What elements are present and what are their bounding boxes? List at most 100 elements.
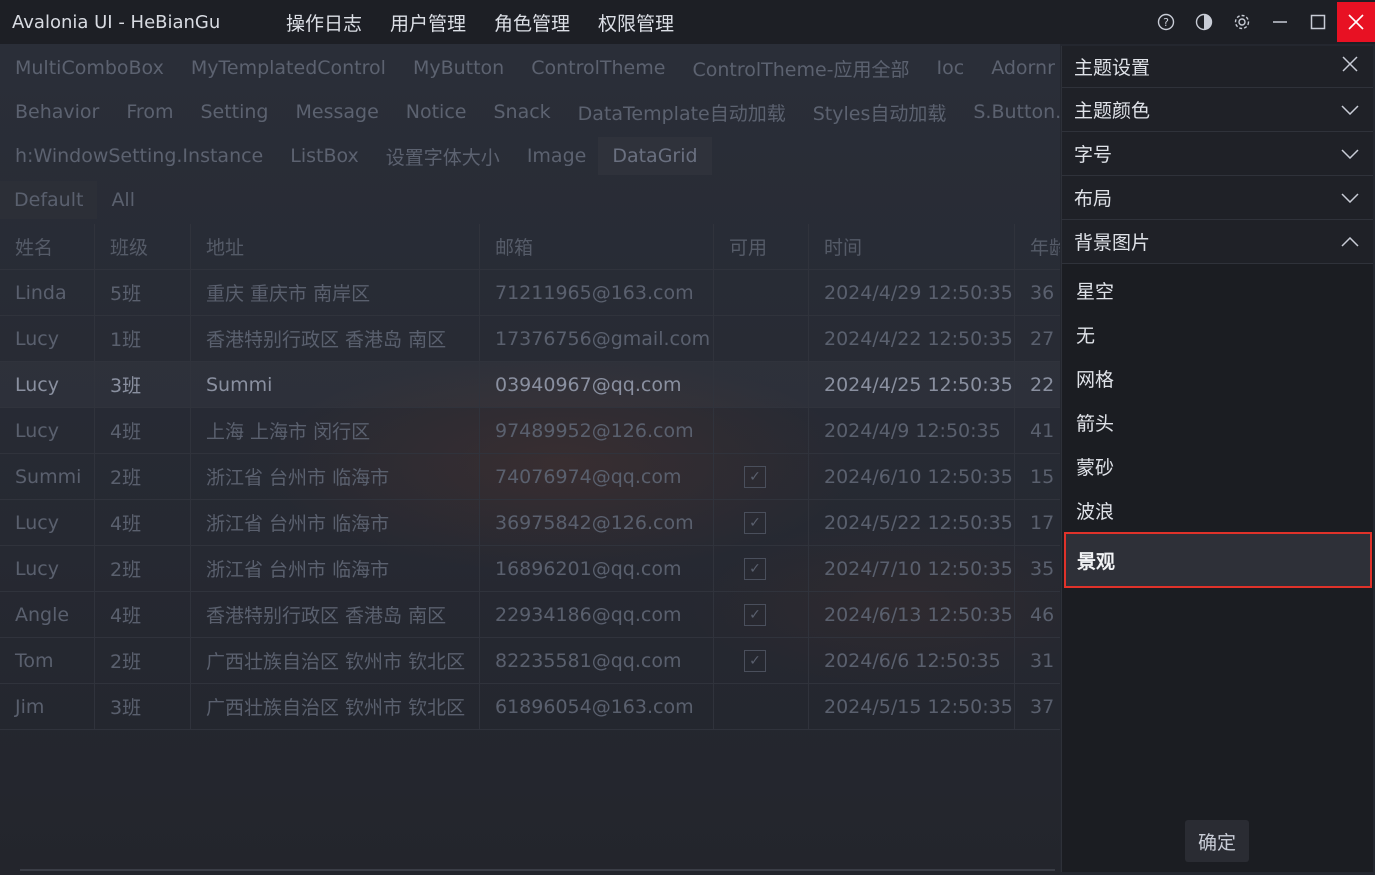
cell-time: 2024/4/22 12:50:35 [809,316,1015,361]
cell-enabled[interactable] [714,316,809,361]
grid-header-row: 姓名 班级 地址 邮箱 可用 时间 年龄 [0,224,1060,270]
section-theme-color[interactable]: 主题颜色 [1062,88,1373,132]
close-icon[interactable] [1339,55,1361,78]
tab-datagrid[interactable]: DataGrid [598,137,712,175]
tab-mytemplatedcontrol[interactable]: MyTemplatedControl [191,57,386,79]
cell-enabled[interactable] [714,684,809,729]
subtab-default[interactable]: Default [0,181,98,219]
column-header-class[interactable]: 班级 [95,224,191,269]
checkbox-checked-icon[interactable]: ✓ [744,603,766,626]
bg-option-arrow[interactable]: 箭头 [1062,400,1373,444]
bg-option-starry-sky[interactable]: 星空 [1062,268,1373,312]
cell-address: 香港特别行政区 香港岛 南区 [191,316,480,361]
tab-mybutton[interactable]: MyButton [413,57,504,79]
checkbox-checked-icon[interactable]: ✓ [744,511,766,534]
tab-row-2: Behavior From Setting Message Notice Sna… [0,90,1060,134]
cell-enabled[interactable]: ✓ [714,500,809,545]
menu-item-user-management[interactable]: 用户管理 [390,9,466,36]
tab-notice[interactable]: Notice [406,101,467,123]
panel-title: 主题设置 [1074,57,1151,79]
menu-item-operation-log[interactable]: 操作日志 [286,9,362,36]
tab-ioc[interactable]: Ioc [937,57,965,79]
cell-address: 上海 上海市 闵行区 [191,408,480,453]
tab-snack[interactable]: Snack [493,101,550,123]
cell-enabled[interactable]: ✓ [714,546,809,591]
section-label: 布局 [1074,188,1113,210]
theme-toggle-icon[interactable] [1185,0,1223,44]
table-row[interactable]: Lucy 3班 Summi 03940967@qq.com 2024/4/25 12:5… [0,362,1060,408]
menu-item-permission-management[interactable]: 权限管理 [598,9,674,36]
bg-option-none[interactable]: 无 [1062,312,1373,356]
tab-font-size[interactable]: 设置字体大小 [386,143,500,170]
table-row[interactable]: Lucy 2班 浙江省 台州市 临海市 16896201@qq.com ✓ 2024/7/… [0,546,1060,592]
table-row[interactable]: Lucy 4班 浙江省 台州市 临海市 36975842@126.com ✓ 2024/5… [0,500,1060,546]
cell-time: 2024/5/15 12:50:35 [809,684,1015,729]
horizontal-scrollbar[interactable] [20,869,1055,871]
cell-enabled[interactable]: ✓ [714,454,809,499]
theme-settings-panel: 主题设置 主题颜色 字号 布局 背景图片 星空 无 网格 箭头 蒙砂 波浪 景观… [1061,46,1373,872]
bg-option-wave[interactable]: 波浪 [1062,488,1373,532]
cell-enabled[interactable] [714,270,809,315]
tab-from[interactable]: From [126,101,173,123]
bg-option-landscape[interactable]: 景观 [1064,532,1372,588]
checkbox-checked-icon[interactable]: ✓ [744,649,766,672]
column-header-address[interactable]: 地址 [191,224,480,269]
column-header-email[interactable]: 邮箱 [480,224,714,269]
tab-row-3: h:WindowSetting.Instance ListBox 设置字体大小 … [0,134,724,178]
section-background-image[interactable]: 背景图片 [1062,220,1373,264]
chevron-down-icon [1339,99,1361,120]
table-row[interactable]: Lucy 4班 上海 上海市 闵行区 97489952@126.com 2024/4/9… [0,408,1060,454]
maximize-icon[interactable] [1299,0,1337,44]
subtab-all[interactable]: All [97,181,149,219]
table-row[interactable]: Jim 3班 广西壮族自治区 钦州市 钦北区 61896054@163.com 2024… [0,684,1060,730]
table-row[interactable]: Summi 2班 浙江省 台州市 临海市 74076974@qq.com ✓ 2024/6… [0,454,1060,500]
section-layout[interactable]: 布局 [1062,176,1373,220]
tab-windowsetting-instance[interactable]: h:WindowSetting.Instance [15,145,263,167]
tab-behavior[interactable]: Behavior [15,101,99,123]
tab-multicombobox[interactable]: MultiComboBox [15,57,164,79]
cell-enabled[interactable] [714,362,809,407]
minimize-icon[interactable] [1261,0,1299,44]
bg-option-grid[interactable]: 网格 [1062,356,1373,400]
tab-listbox[interactable]: ListBox [290,145,359,167]
tab-setting[interactable]: Setting [200,101,268,123]
column-header-name[interactable]: 姓名 [0,224,95,269]
confirm-button[interactable]: 确定 [1185,820,1249,862]
cell-class: 3班 [95,362,191,407]
table-row[interactable]: Lucy 1班 香港特别行政区 香港岛 南区 17376756@gmail.com 20… [0,316,1060,362]
cell-age: 41 [1030,419,1055,442]
table-row[interactable]: Tom 2班 广西壮族自治区 钦州市 钦北区 82235581@qq.com ✓ 2024… [0,638,1060,684]
cell-time: 2024/4/25 12:50:35 [809,362,1015,407]
close-icon[interactable] [1337,2,1375,42]
tab-row-1: MultiComboBox MyTemplatedControl MyButto… [0,46,1060,90]
tab-controltheme-apply-all[interactable]: ControlTheme-应用全部 [692,55,909,82]
tab-message[interactable]: Message [295,101,378,123]
cell-name: Jim [0,684,95,729]
column-header-enabled[interactable]: 可用 [714,224,809,269]
tab-adornr[interactable]: Adornr [991,57,1055,79]
section-font-size[interactable]: 字号 [1062,132,1373,176]
cell-enabled[interactable]: ✓ [714,638,809,683]
tab-controltheme[interactable]: ControlTheme [531,57,665,79]
bg-option-frosted[interactable]: 蒙砂 [1062,444,1373,488]
checkbox-checked-icon[interactable]: ✓ [744,465,766,488]
cell-time: 2024/7/10 12:50:35 [809,546,1015,591]
cell-name: Lucy [0,362,95,407]
tab-styles-autoload[interactable]: Styles自动加载 [813,99,947,126]
tab-datatemplate-autoload[interactable]: DataTemplate自动加载 [578,99,786,126]
cell-enabled[interactable]: ✓ [714,592,809,637]
tab-s-button-geo[interactable]: S.Button.Geo [973,101,1060,123]
checkbox-checked-icon[interactable]: ✓ [744,557,766,580]
menu-item-role-management[interactable]: 角色管理 [494,9,570,36]
cell-class: 2班 [95,638,191,683]
tab-image[interactable]: Image [527,145,587,167]
column-header-time[interactable]: 时间 [809,224,1015,269]
table-row[interactable]: Linda 5班 重庆 重庆市 南岸区 71211965@163.com 2024/4/… [0,270,1060,316]
column-header-age[interactable]: 年龄 [1015,224,1060,269]
table-row[interactable]: Angle 4班 香港特别行政区 香港岛 南区 22934186@qq.com ✓ 202… [0,592,1060,638]
cell-enabled[interactable] [714,408,809,453]
gear-icon[interactable] [1223,0,1261,44]
cell-time: 2024/4/29 12:50:35 [809,270,1015,315]
help-icon[interactable]: ? [1147,0,1185,44]
cell-address: 浙江省 台州市 临海市 [191,500,480,545]
